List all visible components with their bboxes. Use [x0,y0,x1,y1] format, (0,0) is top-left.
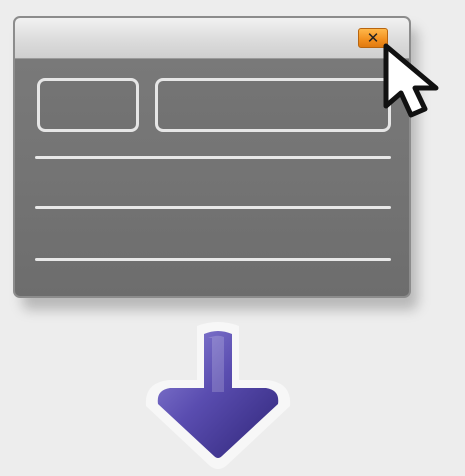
app-window-illustration: ✕ [13,16,411,298]
diagram-scene: ✕ [0,0,465,476]
form-field-large [155,78,391,132]
window-titlebar: ✕ [15,18,409,59]
arrow-down-icon [145,322,291,469]
content-line [35,156,391,159]
content-line [35,258,391,261]
form-field-small [37,78,139,132]
mouse-pointer-icon [383,43,439,118]
content-line [35,206,391,209]
